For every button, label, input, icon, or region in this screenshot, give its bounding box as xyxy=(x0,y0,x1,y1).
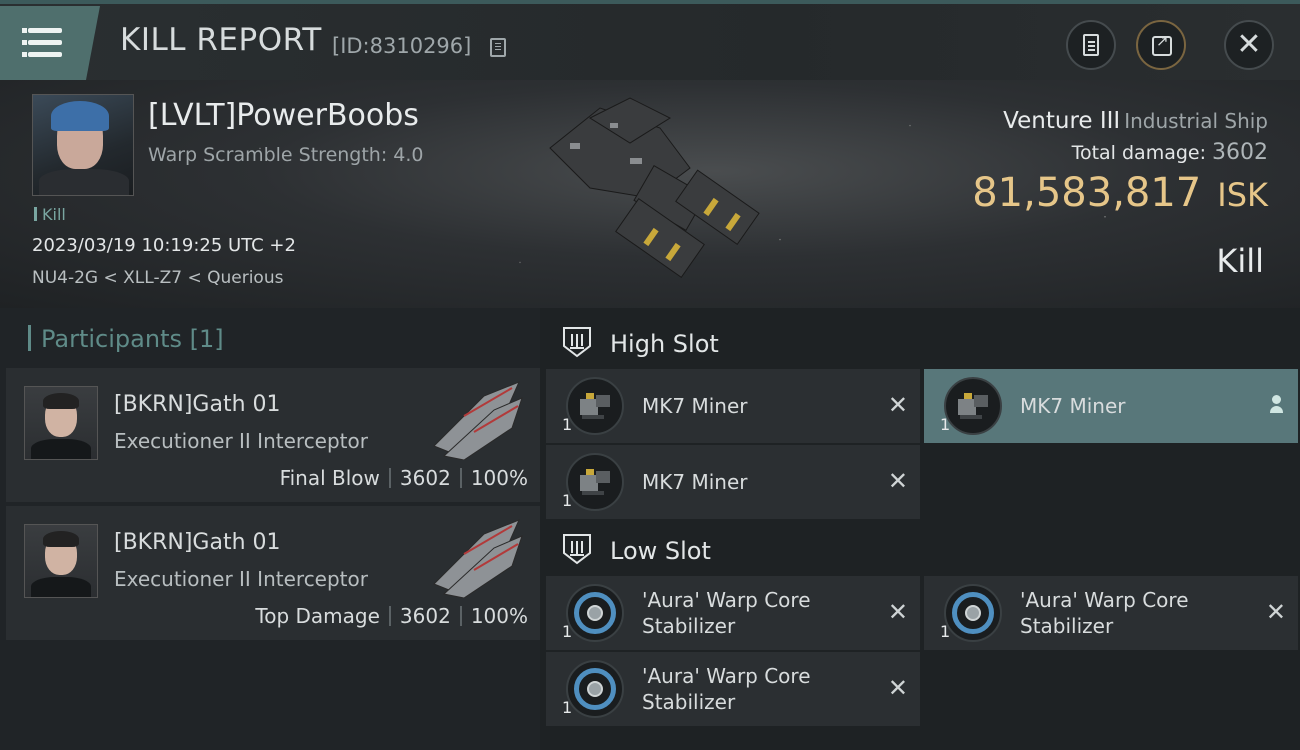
victim-portrait[interactable] xyxy=(32,94,134,196)
module-item[interactable]: 1 MK7 Miner xyxy=(924,369,1298,443)
destroyed-icon: ✕ xyxy=(887,391,908,419)
module-quantity: 1 xyxy=(562,698,573,717)
share-button[interactable] xyxy=(1136,20,1186,70)
menu-button[interactable] xyxy=(0,6,100,80)
result-label: Kill xyxy=(1216,242,1264,280)
kill-tag: Kill xyxy=(34,205,66,224)
destroyed-icon: ✕ xyxy=(1265,598,1286,626)
high-slot-header: High Slot xyxy=(562,326,719,358)
copy-icon[interactable] xyxy=(490,38,506,57)
mining-laser-icon xyxy=(566,453,624,511)
destroyed-icon: ✕ xyxy=(887,598,908,626)
warp-scramble-strength: Warp Scramble Strength: 4.0 xyxy=(148,144,424,166)
module-name: 'Aura' Warp Core Stabilizer xyxy=(642,664,811,714)
module-quantity: 1 xyxy=(562,622,573,641)
mining-laser-icon xyxy=(566,377,624,435)
report-id: [ID:8310296] xyxy=(332,34,472,58)
high-slot-icon xyxy=(562,326,592,358)
module-name: MK7 Miner xyxy=(1020,394,1126,418)
participant-avatar xyxy=(24,524,98,598)
warp-core-stabilizer-icon xyxy=(566,584,624,642)
module-item[interactable]: 1 MK7 Miner ✕ xyxy=(546,369,920,443)
victim-name[interactable]: [LVLT]PowerBoobs xyxy=(148,98,419,133)
victim-ship-type: Venture III Industrial Ship xyxy=(1003,108,1268,134)
user-icon xyxy=(1270,395,1283,415)
module-name: 'Aura' Warp Core Stabilizer xyxy=(642,588,811,638)
participant-ship-image xyxy=(433,381,523,460)
participants-title: Participants [1] xyxy=(28,325,224,353)
victim-ship-image xyxy=(549,97,760,279)
close-button[interactable]: ✕ xyxy=(1224,20,1274,70)
module-item[interactable]: 1 'Aura' Warp Core Stabilizer ✕ xyxy=(924,576,1298,650)
module-item[interactable]: 1 'Aura' Warp Core Stabilizer ✕ xyxy=(546,652,920,726)
victim-banner: [LVLT]PowerBoobs Warp Scramble Strength:… xyxy=(0,80,1300,308)
module-quantity: 1 xyxy=(562,415,573,434)
fitting-panel: High Slot 1 MK7 Miner ✕ 1 MK7 Miner 1 MK… xyxy=(540,308,1300,750)
participant-row[interactable]: [BKRN]Gath 01 Executioner II Interceptor… xyxy=(6,368,540,502)
module-name: 'Aura' Warp Core Stabilizer xyxy=(1020,588,1189,638)
share-icon xyxy=(1152,32,1172,56)
module-quantity: 1 xyxy=(940,415,951,434)
document-icon xyxy=(1083,34,1099,56)
participant-name: [BKRN]Gath 01 xyxy=(114,392,281,417)
destroyed-icon: ✕ xyxy=(887,467,908,495)
participant-stats: Top Damage 3602 100% xyxy=(255,604,528,628)
header-bar: KILL REPORT [ID:8310296] ✕ xyxy=(0,4,1300,80)
participant-stats: Final Blow 3602 100% xyxy=(279,466,528,490)
participant-ship: Executioner II Interceptor xyxy=(114,567,368,591)
participant-avatar xyxy=(24,386,98,460)
module-item[interactable]: 1 MK7 Miner ✕ xyxy=(546,445,920,519)
warp-core-stabilizer-icon xyxy=(566,660,624,718)
close-icon: ✕ xyxy=(1236,27,1262,62)
isk-value: 81,583,817 ISK xyxy=(972,170,1268,216)
module-quantity: 1 xyxy=(940,622,951,641)
kill-location: NU4-2G < XLL-Z7 < Querious xyxy=(32,268,284,288)
total-damage: Total damage: 3602 xyxy=(1071,140,1268,165)
module-name: MK7 Miner xyxy=(642,394,748,418)
module-quantity: 1 xyxy=(562,491,573,510)
mining-laser-icon xyxy=(944,377,1002,435)
destroyed-icon: ✕ xyxy=(887,674,908,702)
warp-core-stabilizer-icon xyxy=(944,584,1002,642)
report-button[interactable] xyxy=(1066,20,1116,70)
low-slot-header: Low Slot xyxy=(562,533,711,565)
participant-ship-image xyxy=(433,519,523,598)
module-item[interactable]: 1 'Aura' Warp Core Stabilizer ✕ xyxy=(546,576,920,650)
participants-panel: Participants [1] [BKRN]Gath 01 Execution… xyxy=(0,308,540,750)
participant-name: [BKRN]Gath 01 xyxy=(114,530,281,555)
kill-datetime: 2023/03/19 10:19:25 UTC +2 xyxy=(32,235,296,256)
participant-row[interactable]: [BKRN]Gath 01 Executioner II Interceptor… xyxy=(6,506,540,640)
page-title: KILL REPORT xyxy=(120,22,322,58)
participant-ship: Executioner II Interceptor xyxy=(114,429,368,453)
low-slot-icon xyxy=(562,533,592,565)
module-name: MK7 Miner xyxy=(642,470,748,494)
